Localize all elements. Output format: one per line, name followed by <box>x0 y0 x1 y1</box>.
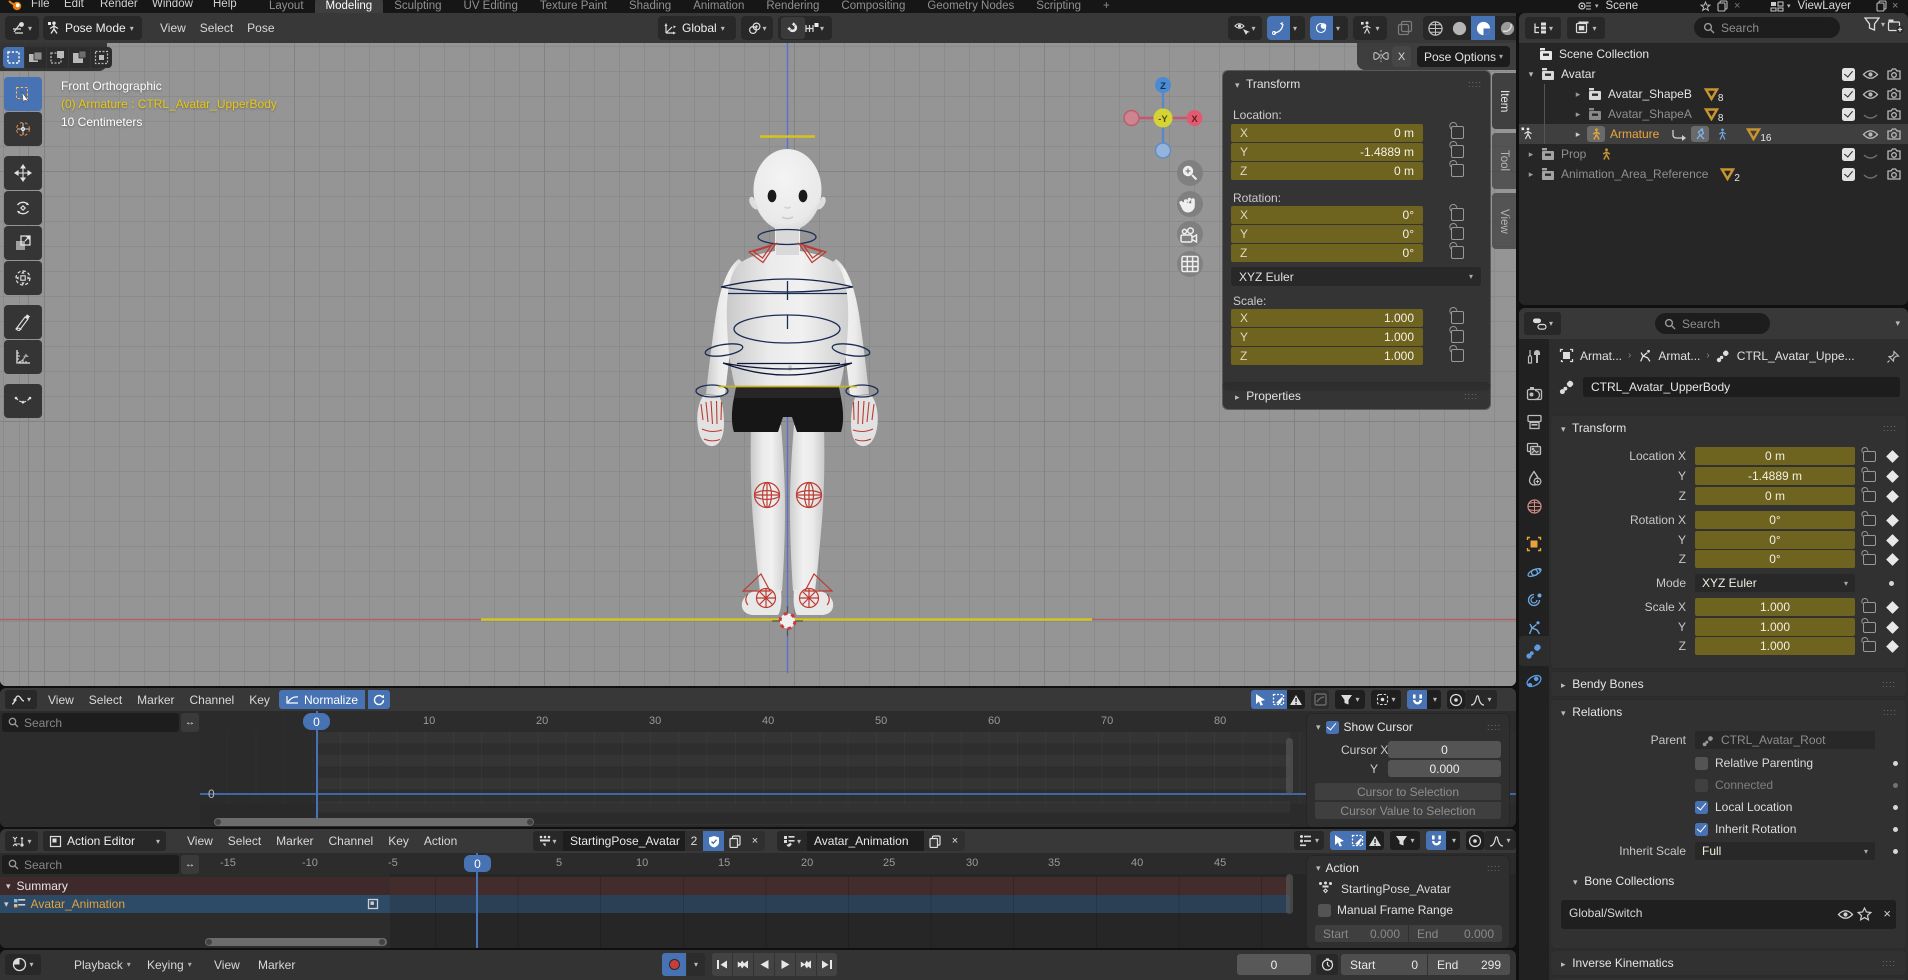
svg-text:X: X <box>1191 114 1198 125</box>
svg-text:Z: Z <box>1160 81 1166 92</box>
svg-text:-Y: -Y <box>1158 114 1168 125</box>
